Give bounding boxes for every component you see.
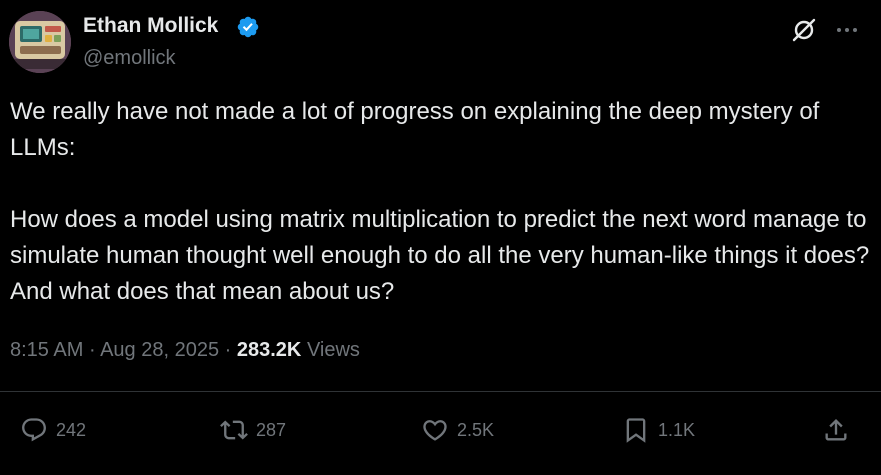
heart-icon (423, 420, 447, 441)
tweet-paragraph: How does a model using matrix multiplica… (10, 206, 870, 305)
bookmark-button[interactable]: 1.1K (622, 414, 695, 446)
meta-separator: · (88, 339, 96, 361)
repost-button[interactable]: 287 (220, 414, 286, 446)
divider (0, 391, 881, 392)
reply-count: 242 (56, 419, 87, 440)
repost-count: 287 (256, 419, 287, 440)
more-icon[interactable] (834, 17, 860, 43)
like-count: 2.5K (457, 419, 495, 440)
reply-icon (22, 418, 46, 442)
tweet-date[interactable]: Aug 28, 2025 (100, 339, 219, 361)
author-handle[interactable]: @emollick (83, 47, 176, 70)
grok-icon[interactable] (791, 17, 817, 43)
meta-separator: · (224, 339, 232, 361)
tweet-time[interactable]: 8:15 AM (10, 339, 83, 361)
tweet-meta: 8:15 AM · Aug 28, 2025 · 283.2K Views (10, 339, 360, 362)
views-count[interactable]: 283.2K (237, 339, 302, 361)
share-button[interactable] (822, 414, 850, 446)
verified-badge-icon (237, 16, 259, 38)
author-name[interactable]: Ethan Mollick (83, 14, 218, 38)
tweet-text: We really have not made a lot of progres… (10, 94, 872, 346)
avatar[interactable] (9, 11, 71, 73)
bookmark-icon (626, 418, 646, 443)
repost-icon (220, 420, 248, 440)
share-icon (825, 419, 847, 441)
reply-button[interactable]: 242 (20, 414, 86, 446)
like-button[interactable]: 2.5K (421, 414, 494, 446)
tweet-paragraph: We really have not made a lot of progres… (10, 98, 820, 161)
bookmark-count: 1.1K (658, 419, 696, 440)
views-label: Views (306, 339, 360, 361)
